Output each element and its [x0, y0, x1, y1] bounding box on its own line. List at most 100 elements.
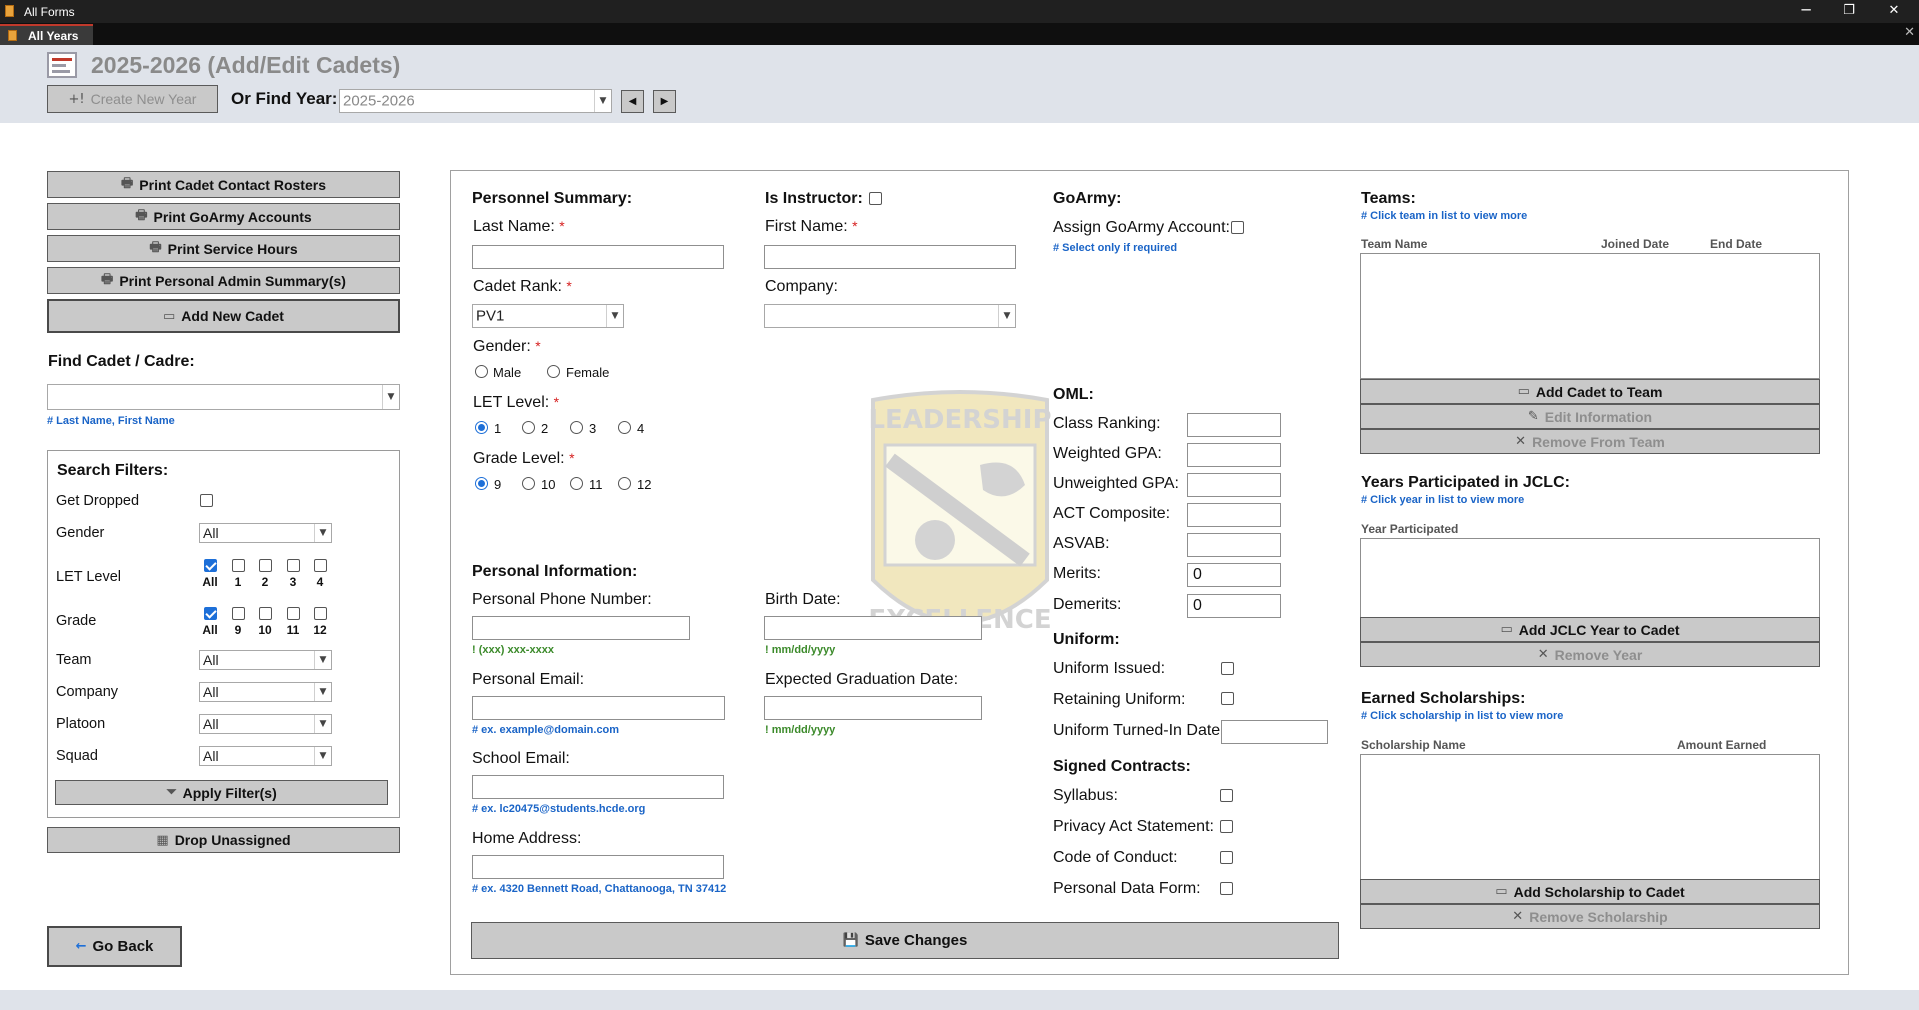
let-level-radio-2[interactable]	[522, 421, 535, 434]
syllabus-checkbox[interactable]	[1220, 789, 1233, 802]
team-filter-combo[interactable]: All ▼	[199, 650, 332, 670]
chevron-down-icon[interactable]: ▼	[998, 305, 1015, 327]
let-level-radio-1[interactable]	[475, 421, 488, 434]
is-instructor-checkbox[interactable]	[869, 192, 882, 205]
find-year-combo[interactable]: 2025-2026 ▼	[339, 89, 612, 113]
let-level-radio-4[interactable]	[618, 421, 631, 434]
assign-goarmy-checkbox[interactable]	[1231, 221, 1244, 234]
uniform-turned-in-label: Uniform Turned-In Date:	[1053, 722, 1225, 739]
personal-email-input[interactable]	[472, 696, 725, 720]
platoon-filter-combo[interactable]: All ▼	[199, 714, 332, 734]
chevron-down-icon[interactable]: ▼	[314, 747, 331, 765]
gender-filter-combo[interactable]: All ▼	[199, 523, 332, 543]
unweighted-gpa-input[interactable]	[1187, 473, 1281, 497]
drop-unassigned-button[interactable]: ▦ Drop Unassigned	[47, 827, 400, 853]
home-address-input[interactable]	[472, 855, 724, 879]
go-back-button[interactable]: ← Go Back	[47, 926, 182, 967]
squad-filter-combo[interactable]: All ▼	[199, 746, 332, 766]
grade-filter-checkbox-12[interactable]	[314, 607, 327, 620]
close-icon: ✕	[1515, 434, 1527, 449]
print-goarmy-accounts-button[interactable]: 🖶 Print GoArmy Accounts	[47, 203, 400, 230]
remove-year-button[interactable]: ✕ Remove Year	[1360, 642, 1820, 667]
let-filter-caption: 1	[234, 575, 242, 589]
grade-filter-checkbox-10[interactable]	[259, 607, 272, 620]
chevron-down-icon[interactable]: ▼	[314, 524, 331, 542]
grade-level-radio-12[interactable]	[618, 477, 631, 490]
chevron-down-icon[interactable]: ▼	[314, 715, 331, 733]
minimize-button[interactable]: ─	[1783, 0, 1829, 23]
weighted-gpa-input[interactable]	[1187, 443, 1281, 467]
act-composite-input[interactable]	[1187, 503, 1281, 527]
years-list[interactable]	[1360, 538, 1820, 618]
add-new-cadet-button[interactable]: ▭ Add New Cadet	[47, 299, 400, 333]
chevron-down-icon[interactable]: ▼	[606, 305, 623, 327]
first-name-input[interactable]	[764, 245, 1016, 269]
scholarships-list[interactable]	[1360, 754, 1820, 880]
demerits-input[interactable]: 0	[1187, 594, 1281, 618]
let-filter-checkbox-3[interactable]	[287, 559, 300, 572]
chevron-down-icon[interactable]: ▼	[314, 651, 331, 669]
form-icon	[47, 52, 77, 78]
save-changes-button[interactable]: 💾 Save Changes	[471, 922, 1339, 959]
chevron-down-icon[interactable]: ▼	[594, 90, 611, 112]
last-name-input[interactable]	[472, 245, 724, 269]
remove-scholarship-button[interactable]: ✕ Remove Scholarship	[1360, 904, 1820, 929]
merits-label: Merits:	[1053, 565, 1101, 582]
form-tab-icon	[8, 30, 17, 41]
restore-button[interactable]: ❐	[1826, 0, 1872, 23]
uniform-turned-in-input[interactable]	[1221, 720, 1328, 744]
get-dropped-checkbox[interactable]	[200, 494, 213, 507]
company-filter-combo[interactable]: All ▼	[199, 682, 332, 702]
grade-filter-checkbox-9[interactable]	[232, 607, 245, 620]
grade-level-radio-10[interactable]	[522, 477, 535, 490]
apply-filters-button[interactable]: ⏷ Apply Filter(s)	[55, 780, 388, 805]
uniform-issued-checkbox[interactable]	[1221, 662, 1234, 675]
grade-filter-checkbox-all[interactable]	[204, 607, 217, 620]
gender-male-radio[interactable]	[475, 365, 488, 378]
print-admin-summary-button[interactable]: 🖶 Print Personal Admin Summary(s)	[47, 267, 400, 294]
next-year-button[interactable]: ▶	[653, 90, 676, 113]
class-ranking-input[interactable]	[1187, 413, 1281, 437]
cadet-rank-combo[interactable]: PV1 ▼	[472, 304, 624, 328]
birth-date-input[interactable]	[764, 616, 982, 640]
close-tab-icon[interactable]: ✕	[1904, 25, 1915, 40]
add-jclc-year-button[interactable]: ▭ Add JCLC Year to Cadet	[1360, 617, 1820, 642]
gender-female-radio[interactable]	[547, 365, 560, 378]
let-filter-checkbox-2[interactable]	[259, 559, 272, 572]
phone-input[interactable]	[472, 616, 690, 640]
privacy-act-checkbox[interactable]	[1220, 820, 1233, 833]
teams-list[interactable]	[1360, 253, 1820, 379]
chevron-down-icon[interactable]: ▼	[382, 385, 399, 409]
remove-from-team-button[interactable]: ✕ Remove From Team	[1360, 429, 1820, 454]
let-filter-checkbox-4[interactable]	[314, 559, 327, 572]
school-email-input[interactable]	[472, 775, 724, 799]
filter-icon: ⏷	[166, 785, 177, 800]
close-button[interactable]: ✕	[1871, 0, 1917, 23]
years-participated-title: Years Participated in JCLC:	[1361, 474, 1570, 491]
company-combo[interactable]: ▼	[764, 304, 1016, 328]
graduation-date-input[interactable]	[764, 696, 982, 720]
merits-input[interactable]: 0	[1187, 563, 1281, 587]
print-contact-rosters-button[interactable]: 🖶 Print Cadet Contact Rosters	[47, 171, 400, 198]
previous-year-button[interactable]: ◀	[621, 90, 644, 113]
let-filter-checkbox-all[interactable]	[204, 559, 217, 572]
asvab-input[interactable]	[1187, 533, 1281, 557]
print-service-hours-button[interactable]: 🖶 Print Service Hours	[47, 235, 400, 262]
let-filter-checkbox-1[interactable]	[232, 559, 245, 572]
edit-team-information-button[interactable]: ✎ Edit Information	[1360, 404, 1820, 429]
grade-level-radio-9[interactable]	[475, 477, 488, 490]
chevron-down-icon[interactable]: ▼	[314, 683, 331, 701]
amount-earned-column: Amount Earned	[1677, 738, 1767, 752]
code-of-conduct-checkbox[interactable]	[1220, 851, 1233, 864]
find-cadet-combo[interactable]: ▼	[47, 384, 400, 410]
tab-all-years[interactable]: All Years	[0, 24, 93, 45]
company-label: Company:	[765, 278, 838, 295]
grade-filter-checkbox-11[interactable]	[287, 607, 300, 620]
grade-level-radio-11[interactable]	[570, 477, 583, 490]
add-scholarship-button[interactable]: ▭ Add Scholarship to Cadet	[1360, 879, 1820, 904]
retaining-uniform-checkbox[interactable]	[1221, 692, 1234, 705]
let-level-radio-3[interactable]	[570, 421, 583, 434]
personal-data-form-checkbox[interactable]	[1220, 882, 1233, 895]
add-cadet-to-team-button[interactable]: ▭ Add Cadet to Team	[1360, 379, 1820, 404]
create-new-year-button[interactable]: +! Create New Year	[47, 85, 218, 113]
